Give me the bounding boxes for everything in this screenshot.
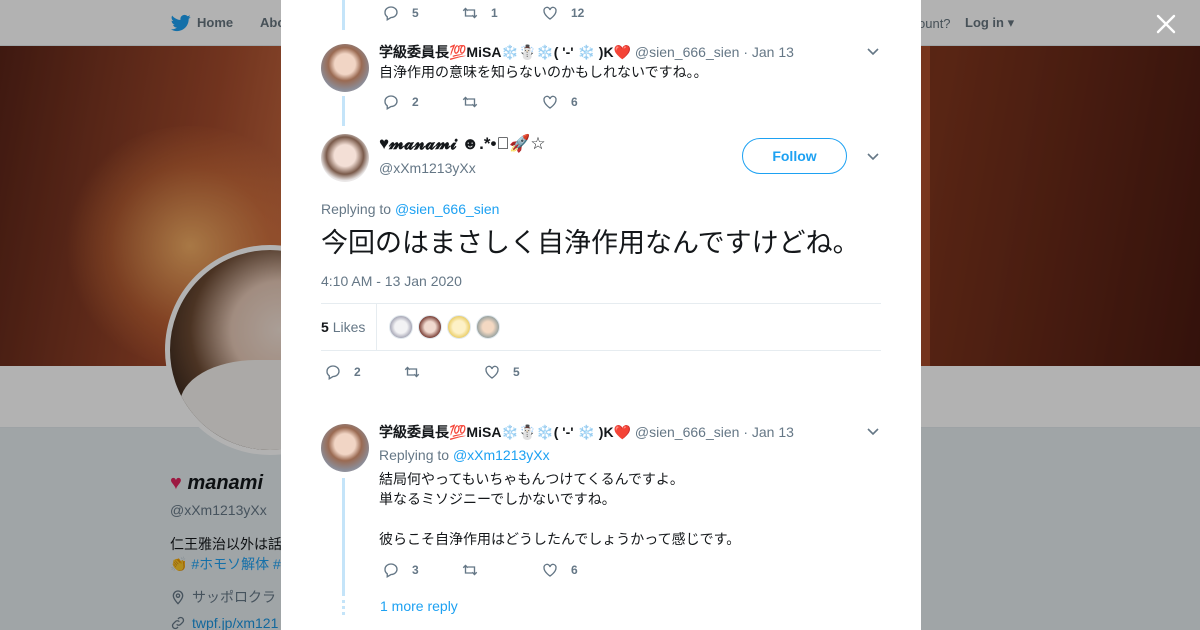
reply-count: 5 — [412, 6, 419, 20]
reply-button[interactable]: 2 — [324, 363, 361, 381]
replying-to-label: Replying to — [321, 201, 392, 217]
retweet-icon — [404, 366, 420, 378]
reply-icon — [384, 563, 398, 578]
liker-avatar[interactable] — [447, 315, 471, 339]
stats-divider — [376, 304, 377, 350]
thread-line — [342, 96, 345, 126]
like-button[interactable]: 6 — [541, 561, 578, 579]
tweet-text: 自浄作用の意味を知らないのかもしれないですね。。 — [379, 64, 708, 80]
chevron-down-icon[interactable] — [866, 45, 880, 59]
like-count: 12 — [571, 6, 585, 20]
tweet-date[interactable]: · Jan 13 — [743, 44, 794, 60]
like-button[interactable]: 12 — [541, 4, 584, 22]
retweet-icon — [462, 96, 478, 108]
retweet-button[interactable]: 1 — [461, 4, 498, 22]
retweet-button[interactable] — [403, 363, 433, 381]
reply-button[interactable]: 5 — [382, 4, 419, 22]
tweet-author[interactable]: 学級委員長💯MiSA❄️☃️❄️( '-' ❄️ )K❤️ @sien_666_… — [379, 422, 794, 442]
like-button[interactable]: 6 — [541, 93, 578, 111]
chevron-down-icon[interactable] — [866, 425, 880, 439]
retweet-button[interactable] — [461, 93, 491, 111]
tweet-text-line: 単なるミソジニーでしかないですね。 — [379, 491, 616, 507]
replying-to: Replying to @sien_666_sien — [321, 201, 499, 217]
thread-more-dots — [342, 600, 345, 616]
author-handle[interactable]: @sien_666_sien — [635, 44, 740, 60]
reply-icon — [326, 365, 340, 380]
retweet-button[interactable] — [461, 561, 491, 579]
retweet-icon — [462, 564, 478, 576]
avatar[interactable] — [321, 134, 369, 182]
retweet-icon — [462, 7, 478, 19]
like-count: 6 — [571, 95, 578, 109]
likes-stat[interactable]: 5 Likes — [321, 319, 365, 335]
reply-count: 2 — [354, 365, 361, 379]
author-name[interactable]: ♥𝓶𝓪𝓷𝓪𝓶𝓲 ☻.*•ﾟ🚀☆ — [379, 134, 546, 154]
follow-button[interactable]: Follow — [742, 138, 847, 174]
tweet-text-line: 結局何やってもいちゃもんつけてくるんですよ。 — [379, 471, 684, 487]
tweet-timestamp[interactable]: 4:10 AM - 13 Jan 2020 — [321, 273, 462, 289]
reply-icon — [384, 6, 398, 21]
replying-to: Replying to @xXm1213yXx — [379, 447, 550, 463]
liker-avatar[interactable] — [389, 315, 413, 339]
like-button[interactable]: 5 — [483, 363, 520, 381]
retweet-count: 1 — [491, 6, 498, 20]
avatar[interactable] — [321, 44, 369, 92]
replying-to-label: Replying to — [379, 447, 450, 463]
thread-line — [342, 478, 345, 596]
chevron-down-icon[interactable] — [866, 150, 880, 164]
tweet-text-line: 彼らこそ自浄作用はどうしたんでしょうかって感じです。 — [379, 531, 741, 547]
replying-to-link[interactable]: @xXm1213yXx — [453, 447, 550, 463]
likes-count[interactable]: 5 — [321, 319, 329, 335]
reply-button[interactable]: 3 — [382, 561, 419, 579]
show-more-replies-link[interactable]: 1 more reply — [380, 598, 458, 614]
reply-button[interactable]: 2 — [382, 93, 419, 111]
tweet-permalink-modal: 5 1 12 学級委員長💯MiSA❄️☃️❄️( '-' ❄️ )K❤️ @si… — [281, 0, 921, 630]
like-count: 6 — [571, 563, 578, 577]
liker-avatar[interactable] — [476, 315, 500, 339]
tweet-stats: 5 Likes — [321, 303, 881, 351]
avatar[interactable] — [321, 424, 369, 472]
tweet-author[interactable]: 学級委員長💯MiSA❄️☃️❄️( '-' ❄️ )K❤️ @sien_666_… — [379, 42, 794, 62]
author-handle[interactable]: @sien_666_sien — [635, 424, 740, 440]
thread-line — [342, 0, 345, 30]
author-name[interactable]: 学級委員長💯MiSA❄️☃️❄️( '-' ❄️ )K❤️ — [379, 44, 631, 60]
likes-label[interactable]: Likes — [333, 319, 366, 335]
replying-to-link[interactable]: @sien_666_sien — [395, 201, 500, 217]
close-icon[interactable] — [1156, 14, 1176, 34]
author-handle[interactable]: @xXm1213yXx — [379, 160, 476, 176]
main-tweet-text: 今回のはまさしく自浄作用なんですけどね。 — [321, 228, 860, 258]
reply-count: 2 — [412, 95, 419, 109]
heart-outline-icon — [543, 95, 557, 109]
author-name[interactable]: 学級委員長💯MiSA❄️☃️❄️( '-' ❄️ )K❤️ — [379, 424, 631, 440]
heart-outline-icon — [543, 6, 557, 20]
reply-icon — [384, 95, 398, 110]
tweet-date[interactable]: · Jan 13 — [743, 424, 794, 440]
reply-count: 3 — [412, 563, 419, 577]
heart-outline-icon — [543, 563, 557, 577]
liker-avatar[interactable] — [418, 315, 442, 339]
like-count: 5 — [513, 365, 520, 379]
heart-outline-icon — [485, 365, 499, 379]
